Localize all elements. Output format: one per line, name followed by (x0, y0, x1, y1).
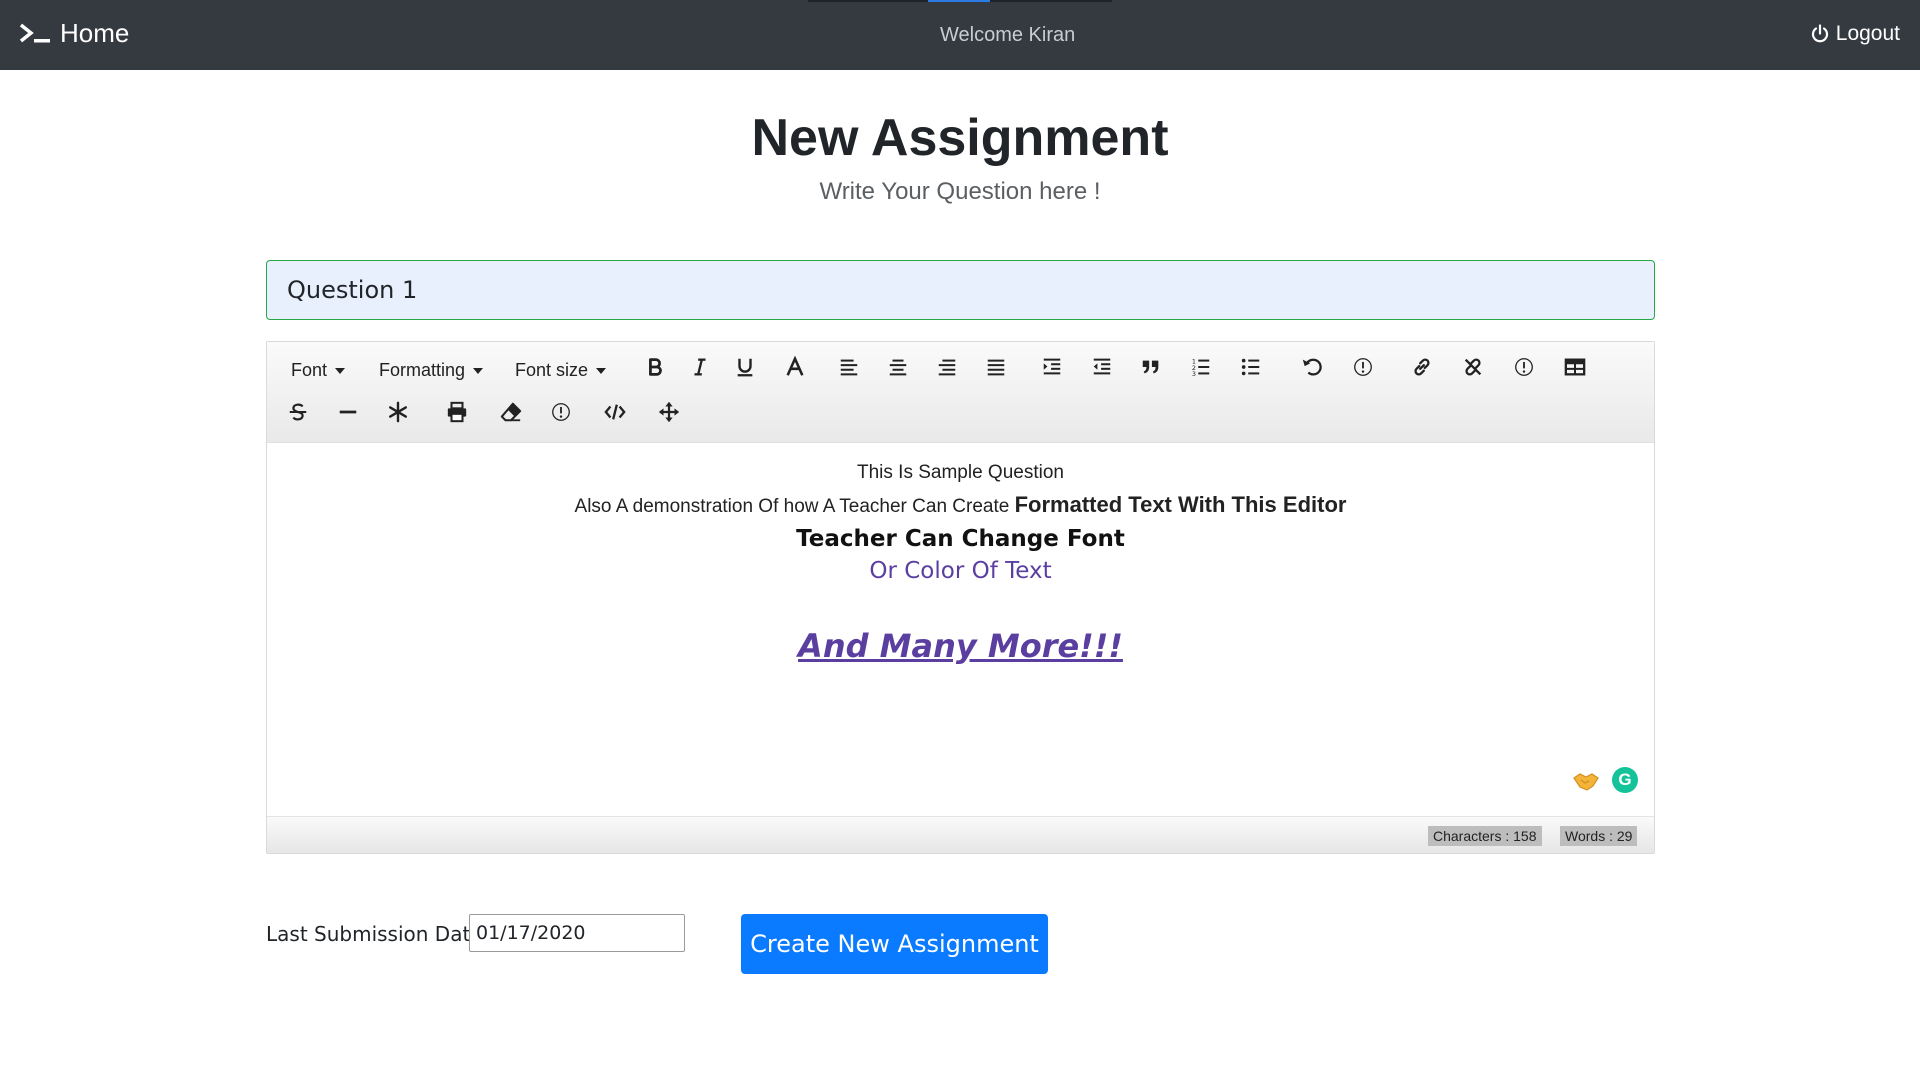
logout-label: Logout (1835, 22, 1900, 45)
align-center-button[interactable] (882, 351, 914, 383)
nav-tab-indicator-active (928, 0, 990, 2)
font-size-dropdown[interactable]: Font size (515, 360, 607, 381)
grammarly-icon[interactable]: G (1612, 767, 1638, 793)
undo-button[interactable] (1296, 351, 1328, 383)
top-navbar: Home Welcome Kiran Logout (0, 0, 1920, 70)
table-button[interactable] (1559, 351, 1591, 383)
link-button[interactable] (1406, 351, 1438, 383)
info-button[interactable] (1347, 351, 1379, 383)
svg-text:3: 3 (1192, 370, 1196, 378)
power-icon (1811, 24, 1828, 43)
italic-button[interactable] (684, 351, 716, 383)
font-color-icon (786, 356, 804, 376)
undo-icon (1302, 358, 1322, 376)
page-subtitle: Write Your Question here ! (819, 178, 1101, 205)
info-icon (1354, 358, 1372, 376)
formatting-dropdown-label: Formatting (379, 360, 466, 380)
horizontal-rule-button[interactable] (332, 396, 364, 428)
font-dropdown[interactable]: Font (291, 360, 346, 381)
fullscreen-button[interactable] (653, 396, 685, 428)
ordered-list-icon: 123 (1192, 357, 1210, 378)
indent-button[interactable] (1036, 351, 1068, 383)
align-justify-button[interactable] (980, 351, 1012, 383)
horizontal-rule-icon (339, 410, 357, 414)
info-icon (1515, 358, 1533, 376)
chevron-down-icon (596, 367, 607, 374)
align-right-icon (938, 359, 956, 376)
move-icon (658, 401, 680, 423)
word-count: Words : 29 (1560, 826, 1638, 846)
eraser-button[interactable] (495, 396, 527, 428)
blockquote-button[interactable] (1135, 351, 1167, 383)
last-submission-date-label: Last Submission Date : (266, 922, 496, 946)
editor-toolbar: Font Formatting Font size 1 2 3 (267, 342, 1654, 443)
bold-button[interactable] (639, 351, 671, 383)
link-icon (1414, 358, 1430, 376)
font-dropdown-label: Font (291, 360, 328, 380)
content-bold-text: Formatted Text With This Editor (1014, 492, 1347, 517)
italic-icon (694, 358, 706, 376)
source-code-button[interactable] (599, 396, 631, 428)
terminal-icon (19, 23, 50, 42)
strikethrough-icon (289, 403, 307, 421)
welcome-text: Welcome Kiran (940, 24, 1076, 46)
formatting-dropdown[interactable]: Formatting (379, 360, 484, 381)
content-text: Also A demonstration Of how A Teacher Ca… (574, 496, 1015, 517)
align-justify-icon (987, 359, 1005, 376)
unlink-icon (1464, 358, 1482, 376)
info-button[interactable] (1508, 351, 1540, 383)
ordered-list-button[interactable]: 123 (1185, 351, 1217, 383)
indent-icon (1043, 358, 1061, 375)
nav-tab-indicator (808, 0, 1112, 2)
content-line: Also A demonstration Of how A Teacher Ca… (267, 492, 1654, 518)
blockquote-icon (1142, 360, 1159, 374)
underline-button[interactable] (729, 351, 761, 383)
info-button[interactable] (545, 396, 577, 428)
create-assignment-button[interactable]: Create New Assignment (741, 914, 1048, 974)
content-line: This Is Sample Question (857, 462, 1064, 483)
align-left-icon (840, 359, 858, 376)
question-title-input[interactable] (266, 260, 1655, 320)
chevron-down-icon (335, 367, 346, 374)
special-char-button[interactable] (382, 396, 414, 428)
bold-icon (649, 358, 662, 376)
outdent-icon (1093, 358, 1111, 375)
info-icon (552, 403, 570, 421)
print-icon (447, 401, 467, 423)
logout-link[interactable]: Logout (1810, 22, 1900, 46)
home-link-label: Home (60, 18, 130, 48)
unordered-list-button[interactable] (1235, 351, 1267, 383)
unlink-button[interactable] (1457, 351, 1489, 383)
align-center-icon (889, 359, 907, 376)
content-line: Teacher Can Change Font (796, 526, 1125, 552)
outdent-button[interactable] (1086, 351, 1118, 383)
page-title: New Assignment (751, 109, 1169, 167)
font-size-dropdown-label: Font size (515, 360, 589, 380)
strikethrough-button[interactable] (282, 396, 314, 428)
asterisk-icon (389, 401, 407, 423)
table-icon (1564, 358, 1586, 376)
rich-text-editor: Font Formatting Font size 1 2 3 This Is … (266, 341, 1655, 854)
chevron-down-icon (473, 367, 484, 374)
character-count: Characters : 158 (1428, 826, 1542, 846)
content-line: Or Color Of Text (869, 558, 1052, 584)
content-line: And Many More!!! (798, 627, 1123, 665)
font-color-button[interactable] (779, 351, 811, 383)
home-link[interactable]: Home (18, 18, 129, 49)
eraser-icon (500, 402, 522, 422)
underline-icon (737, 358, 753, 377)
editor-content-area[interactable]: This Is Sample Question Also A demonstra… (267, 444, 1654, 814)
handshake-icon[interactable] (1573, 770, 1599, 792)
align-right-button[interactable] (931, 351, 963, 383)
print-button[interactable] (441, 396, 473, 428)
align-left-button[interactable] (833, 351, 865, 383)
unordered-list-icon (1241, 358, 1260, 376)
last-submission-date-input[interactable] (469, 914, 685, 952)
editor-statusbar: Characters : 158 Words : 29 (267, 816, 1654, 853)
code-icon (604, 404, 626, 420)
